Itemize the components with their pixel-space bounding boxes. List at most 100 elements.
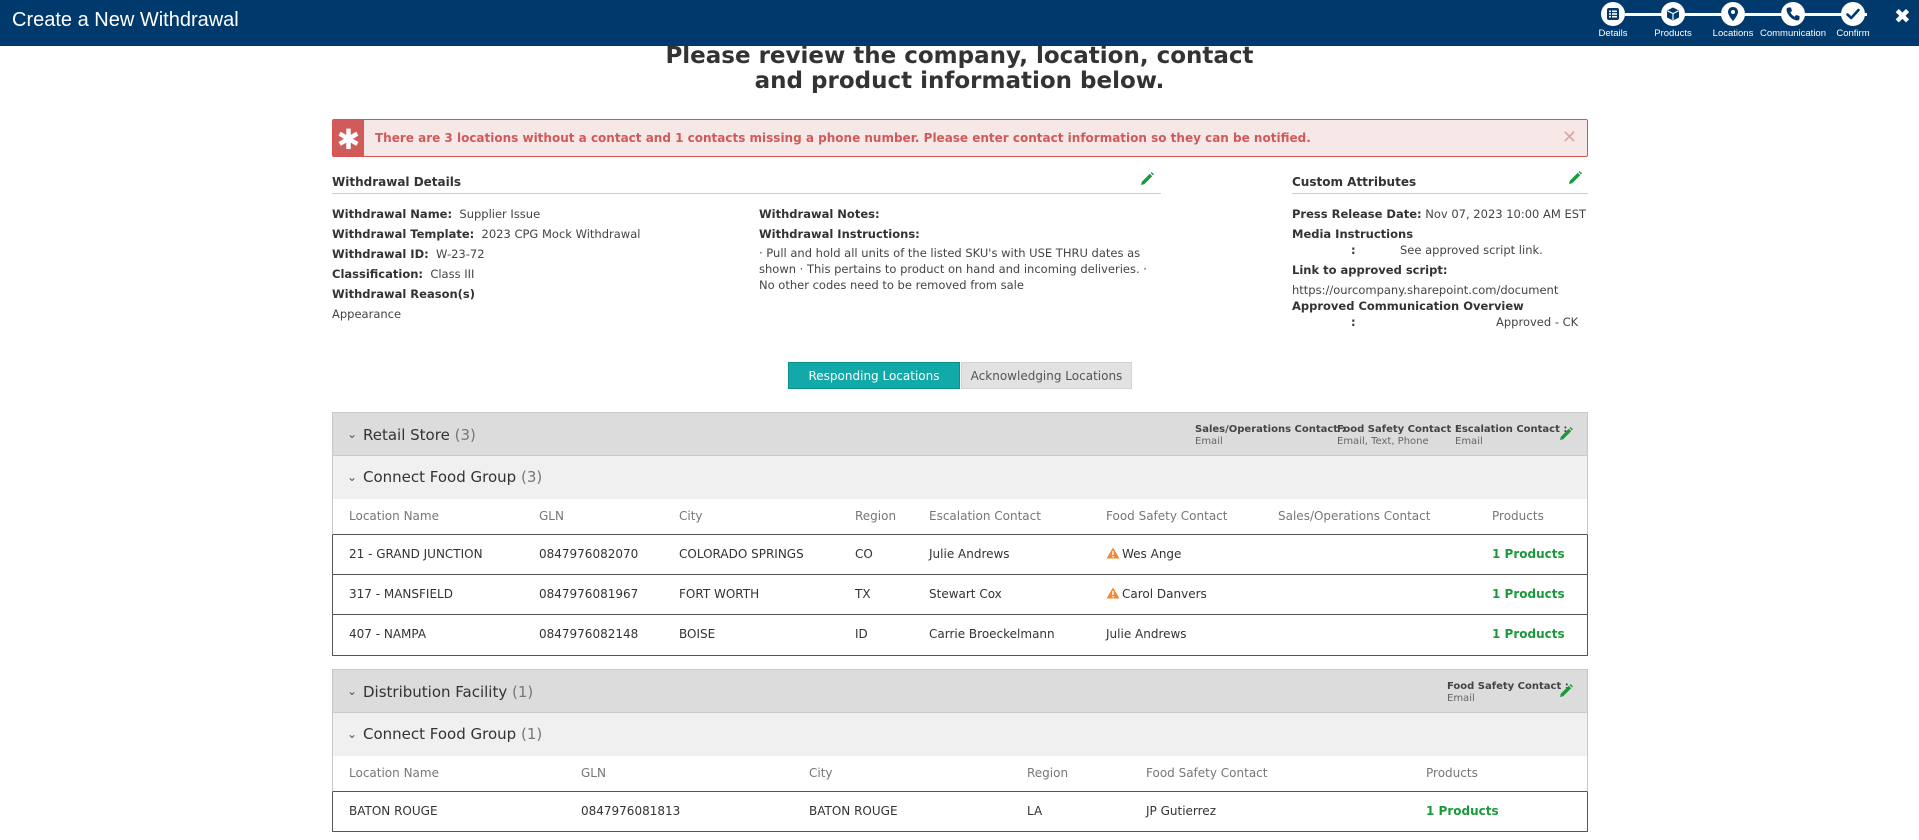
- products-link[interactable]: 1 Products: [1492, 547, 1565, 561]
- location-pin-icon: [1721, 2, 1745, 26]
- box-icon: [1661, 2, 1685, 26]
- withdrawal-template: Withdrawal Template: 2023 CPG Mock Withd…: [332, 227, 641, 241]
- communication-overview-label: Approved Communication Overview: [1292, 299, 1524, 313]
- column-header: GLN: [581, 766, 606, 780]
- wizard-stepper: Details Products Locations Communication…: [1598, 0, 1905, 46]
- sales-operations-contact-setting: Sales/Operations Contact : Email: [1195, 424, 1346, 447]
- warning-icon: [1106, 547, 1120, 559]
- cell-region: TX: [855, 587, 871, 601]
- cell-gln: 0847976082148: [539, 627, 639, 641]
- communication-overview-colon: :: [1351, 315, 1356, 329]
- cell-city: COLORADO SPRINGS: [679, 547, 804, 561]
- media-instructions-label: Media Instructions: [1292, 227, 1414, 241]
- table-row: BATON ROUGE 0847976081813 BATON ROUGE LA…: [332, 792, 1588, 832]
- cell-gln: 0847976082070: [539, 547, 639, 561]
- cell-escalation-contact: Stewart Cox: [929, 587, 1002, 601]
- withdrawal-id: Withdrawal ID: W-23-72: [332, 247, 485, 261]
- table-header: Location Name GLN City Region Escalation…: [332, 499, 1588, 535]
- food-safety-contact-setting: Food Safety Contact : Email: [1447, 681, 1569, 704]
- table-header: Location Name GLN City Region Food Safet…: [332, 756, 1588, 792]
- cell-location-name: 317 - MANSFIELD: [349, 587, 453, 601]
- cell-location-name: BATON ROUGE: [349, 804, 438, 818]
- cell-food-safety-contact: Carol Danvers: [1106, 587, 1207, 601]
- warning-alert: ✱ There are 3 locations without a contac…: [332, 119, 1588, 157]
- cell-gln: 0847976081967: [539, 587, 639, 601]
- cell-location-name: 407 - NAMPA: [349, 627, 427, 641]
- step-label: Confirm: [1836, 28, 1870, 39]
- alert-close-icon[interactable]: ✕: [1562, 127, 1577, 148]
- column-header: GLN: [539, 509, 564, 523]
- withdrawal-instructions-label: Withdrawal Instructions:: [759, 227, 920, 241]
- details-divider: [332, 193, 1161, 194]
- subgroup-header-connect-food-group[interactable]: ⌄ Connect Food Group (3): [332, 456, 1588, 499]
- page-title: Create a New Withdrawal: [12, 9, 239, 31]
- products-link[interactable]: 1 Products: [1426, 804, 1499, 818]
- cell-region: ID: [855, 627, 868, 641]
- cell-region: CO: [855, 547, 873, 561]
- chevron-down-icon[interactable]: ⌄: [347, 427, 357, 441]
- products-link[interactable]: 1 Products: [1492, 587, 1565, 601]
- media-instructions-value: See approved script link.: [1400, 243, 1543, 257]
- communication-overview-value: Approved - CK: [1496, 315, 1579, 329]
- column-header: Location Name: [349, 509, 439, 523]
- column-header: City: [809, 766, 833, 780]
- group-header-retail-store[interactable]: ⌄ Retail Store (3) Sales/Operations Cont…: [332, 412, 1588, 456]
- close-icon[interactable]: ✖: [1894, 4, 1911, 28]
- escalation-contact-setting: Escalation Contact : Email: [1455, 424, 1568, 447]
- cell-region: LA: [1027, 804, 1043, 818]
- column-header: Location Name: [349, 766, 439, 780]
- column-header: Food Safety Contact: [1106, 509, 1228, 523]
- products-link[interactable]: 1 Products: [1492, 627, 1565, 641]
- subgroup-header-connect-food-group[interactable]: ⌄ Connect Food Group (1): [332, 713, 1588, 756]
- cell-city: FORT WORTH: [679, 587, 760, 601]
- classification: Classification: Class III: [332, 267, 475, 281]
- column-header: Escalation Contact: [929, 509, 1041, 523]
- cell-escalation-contact: Carrie Broeckelmann: [929, 627, 1055, 641]
- press-release-date: Press Release Date: Nov 07, 2023 10:00 A…: [1292, 207, 1587, 221]
- chevron-down-icon[interactable]: ⌄: [347, 470, 357, 484]
- cell-food-safety-contact: Julie Andrews: [1106, 627, 1187, 641]
- tab-responding-locations[interactable]: Responding Locations: [788, 362, 960, 389]
- chevron-down-icon[interactable]: ⌄: [347, 727, 357, 741]
- chevron-down-icon[interactable]: ⌄: [347, 684, 357, 698]
- subgroup-title: Connect Food Group (3): [363, 468, 543, 486]
- step-confirm[interactable]: Confirm: [1813, 2, 1893, 39]
- column-header: Products: [1492, 509, 1544, 523]
- table-row: 21 - GRAND JUNCTION 0847976082070 COLORA…: [332, 535, 1588, 575]
- withdrawal-reasons-label: Withdrawal Reason(s): [332, 287, 476, 301]
- review-heading-line1: Please review the company, location, con…: [665, 43, 1254, 69]
- cell-food-safety-contact: JP Gutierrez: [1146, 804, 1216, 818]
- cell-city: BATON ROUGE: [809, 804, 898, 818]
- edit-contacts-pencil-icon[interactable]: [1558, 426, 1574, 442]
- check-icon: [1841, 2, 1865, 26]
- subgroup-title: Connect Food Group (1): [363, 725, 543, 743]
- review-heading-line2: and product information below.: [754, 68, 1165, 94]
- cell-food-safety-contact: Wes Ange: [1106, 547, 1181, 561]
- withdrawal-instructions-value: · Pull and hold all units of the listed …: [759, 246, 1147, 292]
- table-row: 317 - MANSFIELD 0847976081967 FORT WORTH…: [332, 575, 1588, 615]
- withdrawal-name: Withdrawal Name: Supplier Issue: [332, 207, 541, 221]
- column-header: Region: [855, 509, 897, 523]
- custom-attributes-title: Custom Attributes: [1292, 175, 1417, 189]
- food-safety-contact-setting: Food Safety Contact : Email, Text, Phone: [1337, 424, 1459, 447]
- warning-icon: [1106, 587, 1120, 599]
- cell-location-name: 21 - GRAND JUNCTION: [349, 547, 483, 561]
- list-icon: [1601, 2, 1625, 26]
- withdrawal-notes-label: Withdrawal Notes:: [759, 207, 880, 221]
- script-link-value[interactable]: https://ourcompany.sharepoint.com/docume…: [1292, 283, 1558, 297]
- column-header: Products: [1426, 766, 1478, 780]
- script-link-label: Link to approved script:: [1292, 263, 1448, 277]
- tab-acknowledging-locations[interactable]: Acknowledging Locations: [961, 362, 1132, 389]
- table-row: 407 - NAMPA 0847976082148 BOISE ID Carri…: [332, 615, 1588, 656]
- edit-details-pencil-icon[interactable]: [1139, 171, 1155, 187]
- withdrawal-details-title: Withdrawal Details: [332, 175, 462, 189]
- cell-city: BOISE: [679, 627, 716, 641]
- group-title: Retail Store (3): [363, 426, 476, 444]
- group-header-distribution-facility[interactable]: ⌄ Distribution Facility (1) Food Safety …: [332, 669, 1588, 713]
- edit-contacts-pencil-icon[interactable]: [1558, 683, 1574, 699]
- review-heading: Please review the company, location, con…: [600, 44, 1319, 94]
- column-header: Sales/Operations Contact: [1278, 509, 1431, 523]
- edit-attributes-pencil-icon[interactable]: [1567, 170, 1583, 186]
- attributes-divider: [1292, 193, 1588, 194]
- media-instructions-colon: :: [1351, 243, 1356, 257]
